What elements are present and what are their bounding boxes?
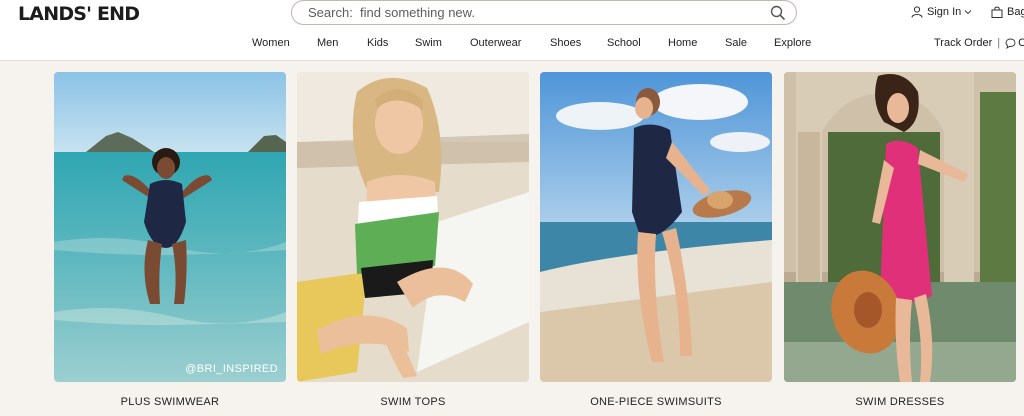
category-tile-one-piece-swimsuits[interactable] [540, 72, 772, 382]
search-input[interactable] [308, 4, 748, 21]
search-bar [291, 0, 797, 25]
nav-item-outerwear[interactable]: Outerwear [470, 37, 521, 49]
site-header: LANDS' END Sign In Bag Women Men Kids Sw… [0, 0, 1024, 61]
plus-swimwear-image [54, 72, 286, 382]
bag-icon [991, 6, 1003, 18]
swim-tops-image [297, 72, 529, 382]
chat-link[interactable]: Cl [1018, 37, 1024, 49]
search-icon[interactable] [770, 5, 786, 21]
nav-item-kids[interactable]: Kids [367, 37, 388, 49]
main-nav: Women Men Kids Swim Outerwear Shoes Scho… [0, 37, 1024, 51]
tile-caption-one-piece-swimsuits[interactable]: ONE-PIECE SWIMSUITS [540, 396, 772, 408]
swim-dresses-image [784, 72, 1016, 382]
tile-caption-swim-tops[interactable]: SWIM TOPS [297, 396, 529, 408]
sign-in-label: Sign In [927, 6, 962, 18]
header-right-links: Track Order | Cl [934, 37, 1024, 49]
user-icon [911, 6, 923, 18]
nav-item-explore[interactable]: Explore [774, 37, 811, 49]
tile-caption-swim-dresses[interactable]: SWIM DRESSES [784, 396, 1016, 408]
tile-caption-plus-swimwear[interactable]: PLUS SWIMWEAR [54, 396, 286, 408]
bag-label: Bag [1007, 6, 1024, 18]
category-tile-swim-dresses[interactable] [784, 72, 1016, 382]
nav-item-shoes[interactable]: Shoes [550, 37, 581, 49]
chat-icon[interactable] [1005, 38, 1016, 49]
nav-item-sale[interactable]: Sale [725, 37, 747, 49]
category-tile-plus-swimwear[interactable]: @BRI_INSPIRED [54, 72, 286, 382]
bag-link[interactable]: Bag [991, 6, 1024, 18]
brand-logo[interactable]: LANDS' END [18, 3, 140, 25]
sign-in-link[interactable]: Sign In [911, 6, 976, 18]
category-tile-swim-tops[interactable] [297, 72, 529, 382]
link-separator: | [997, 37, 1001, 49]
nav-item-school[interactable]: School [607, 37, 641, 49]
track-order-link[interactable]: Track Order [934, 37, 992, 49]
photo-credit-handle: @BRI_INSPIRED [185, 363, 278, 375]
nav-item-women[interactable]: Women [252, 37, 290, 49]
chevron-down-icon [964, 10, 972, 15]
nav-item-swim[interactable]: Swim [415, 37, 442, 49]
nav-item-men[interactable]: Men [317, 37, 338, 49]
nav-item-home[interactable]: Home [668, 37, 697, 49]
one-piece-swimsuits-image [540, 72, 772, 382]
